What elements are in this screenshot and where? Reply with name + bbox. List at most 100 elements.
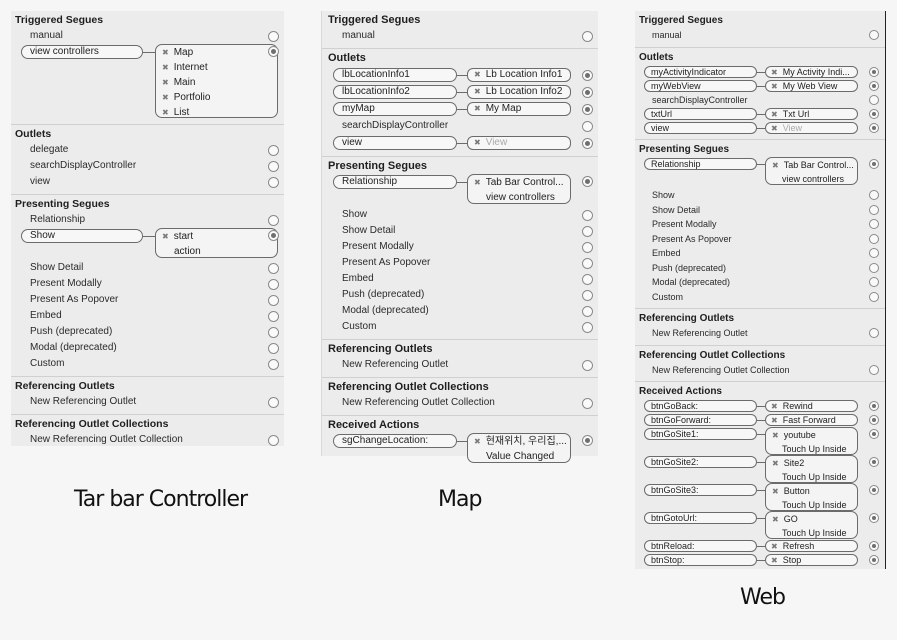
connection-circle-icon[interactable]	[268, 359, 279, 370]
source-pill[interactable]: btnGoSite2:	[644, 456, 757, 468]
segue-row[interactable]: Push (deprecated)	[11, 324, 284, 340]
connection-circle-icon[interactable]	[869, 109, 879, 119]
source-pill[interactable]: btnGoForward:	[644, 414, 757, 426]
connection-circle-icon[interactable]	[268, 230, 279, 241]
connection-circle-icon[interactable]	[869, 415, 879, 425]
connection-circle-icon[interactable]	[869, 364, 879, 375]
relationship-row[interactable]: Relationship	[11, 212, 284, 228]
connection-circle-icon[interactable]	[582, 398, 593, 409]
source-pill[interactable]: myActivityIndicator	[644, 65, 757, 78]
segue-row[interactable]: Modal (deprecated)	[322, 303, 598, 319]
new-referencing-outlet-row[interactable]: New Referencing Outlet	[635, 326, 885, 341]
source-pill[interactable]: btnGotoUrl:	[644, 512, 757, 524]
segue-row[interactable]: Embed	[635, 246, 885, 261]
connection-circle-icon[interactable]	[869, 94, 879, 105]
outlet-connection[interactable]: txtUrl ✖ Txt Url	[635, 107, 885, 121]
connection-circle-icon[interactable]	[869, 80, 879, 91]
target-pill[interactable]: ✖ Txt Url	[765, 108, 858, 120]
show-connection[interactable]: Show ✖ start action	[11, 228, 284, 260]
connection-circle-icon[interactable]	[869, 190, 879, 200]
source-pill[interactable]: Relationship	[333, 175, 457, 189]
target-item[interactable]: ✖ 현재위치, 우리집,...	[468, 434, 570, 449]
connection-circle-icon[interactable]	[268, 327, 279, 338]
segue-row[interactable]: Present Modally	[635, 217, 885, 232]
segue-row[interactable]: Present As Popover	[635, 232, 885, 247]
connection-circle-icon[interactable]	[869, 66, 879, 77]
manual-segue-row[interactable]: manual	[635, 28, 885, 43]
connection-circle-icon[interactable]	[869, 513, 879, 523]
target-item[interactable]: ✖ start	[156, 229, 277, 244]
segue-row[interactable]: Modal (deprecated)	[11, 340, 284, 356]
source-pill[interactable]: myWebView	[644, 79, 757, 92]
connection-circle-icon[interactable]	[582, 31, 593, 42]
connection-circle-icon[interactable]	[268, 435, 279, 446]
target-pill[interactable]: ✖ View	[467, 136, 571, 150]
outlet-connection[interactable]: lbLocationInfo2 ✖ Lb Location Info2	[322, 84, 598, 100]
connection-circle-icon[interactable]	[268, 295, 279, 306]
connection-circle-icon[interactable]	[582, 210, 593, 221]
connection-circle-icon[interactable]	[869, 219, 879, 229]
source-pill[interactable]: btnGoSite3:	[644, 484, 757, 496]
connection-circle-icon[interactable]	[869, 248, 879, 258]
segue-row[interactable]: Present As Popover	[11, 292, 284, 308]
connection-circle-icon[interactable]	[268, 279, 279, 290]
target-item[interactable]: ✖ Internet	[156, 60, 277, 75]
action-connection[interactable]: btnGotoUrl: ✖ GO Touch Up Inside	[635, 511, 885, 539]
connection-circle-icon[interactable]	[582, 176, 593, 187]
segue-row[interactable]: Push (deprecated)	[322, 287, 598, 303]
segue-row[interactable]: Custom	[635, 290, 885, 305]
target-pill[interactable]: ✖ View	[765, 122, 858, 134]
connection-circle-icon[interactable]	[869, 401, 879, 411]
segue-row[interactable]: Show Detail	[635, 203, 885, 218]
source-pill[interactable]: view	[644, 122, 757, 134]
action-connection[interactable]: btnGoBack: ✖ Rewind	[635, 399, 885, 413]
target-item[interactable]: ✖ youtube	[766, 428, 857, 442]
segue-row[interactable]: Show Detail	[322, 223, 598, 239]
outlet-connection[interactable]: myMap ✖ My Map	[322, 101, 598, 117]
source-pill[interactable]: btnStop:	[644, 554, 757, 566]
segue-row[interactable]: Embed	[322, 271, 598, 287]
action-connection[interactable]: btnReload: ✖ Refresh	[635, 539, 885, 553]
source-pill[interactable]: txtUrl	[644, 108, 757, 120]
connection-circle-icon[interactable]	[869, 204, 879, 215]
new-referencing-outlet-row[interactable]: New Referencing Outlet	[11, 394, 284, 410]
source-pill[interactable]: btnGoSite1:	[644, 428, 757, 440]
connection-circle-icon[interactable]	[582, 70, 593, 81]
source-pill[interactable]: view	[333, 136, 457, 150]
target-item[interactable]: ✖ GO	[766, 512, 857, 526]
source-pill[interactable]: lbLocationInfo1	[333, 68, 457, 82]
connection-circle-icon[interactable]	[582, 121, 593, 132]
relationship-connection[interactable]: Relationship ✖ Tab Bar Control... view co…	[322, 174, 598, 207]
action-connection[interactable]: btnGoSite2: ✖ Site2 Touch Up Inside	[635, 455, 885, 483]
source-pill[interactable]: sgChangeLocation:	[333, 434, 457, 448]
connection-circle-icon[interactable]	[869, 457, 879, 467]
segue-row[interactable]: Present Modally	[322, 239, 598, 255]
view-controllers-connection[interactable]: view controllers ✖ Map ✖ Internet ✖ Main ✖ P…	[11, 44, 284, 120]
target-pill[interactable]: ✖ Lb Location Info1	[467, 68, 571, 82]
target-item[interactable]: ✖ Map	[156, 45, 277, 60]
outlet-row[interactable]: searchDisplayController	[11, 158, 284, 174]
target-pill[interactable]: ✖ My Web View	[765, 79, 858, 92]
connection-circle-icon[interactable]	[268, 177, 279, 188]
segue-row[interactable]: Show	[322, 207, 598, 223]
outlet-row[interactable]: searchDisplayController	[635, 93, 885, 108]
new-referencing-collection-row[interactable]: New Referencing Outlet Collection	[11, 432, 284, 448]
connection-circle-icon[interactable]	[268, 31, 279, 42]
connection-circle-icon[interactable]	[582, 290, 593, 301]
connection-circle-icon[interactable]	[268, 343, 279, 354]
action-connection[interactable]: btnGoForward: ✖ Fast Forward	[635, 413, 885, 427]
outlet-connection[interactable]: myWebView ✖ My Web View	[635, 79, 885, 93]
connection-circle-icon[interactable]	[869, 123, 879, 133]
outlet-connection[interactable]: view ✖ View	[322, 135, 598, 151]
connection-circle-icon[interactable]	[582, 306, 593, 317]
segue-row[interactable]: Embed	[11, 308, 284, 324]
connection-circle-icon[interactable]	[268, 215, 279, 226]
action-connection[interactable]: btnGoSite1: ✖ youtube Touch Up Inside	[635, 427, 885, 455]
connection-circle-icon[interactable]	[582, 242, 593, 253]
new-referencing-collection-row[interactable]: New Referencing Outlet Collection	[322, 395, 598, 411]
connection-circle-icon[interactable]	[869, 30, 879, 40]
outlet-row[interactable]: searchDisplayController	[322, 118, 598, 134]
outlet-connection[interactable]: lbLocationInfo1 ✖ Lb Location Info1	[322, 67, 598, 83]
target-item[interactable]: ✖ List	[156, 105, 277, 120]
connection-circle-icon[interactable]	[582, 87, 593, 98]
